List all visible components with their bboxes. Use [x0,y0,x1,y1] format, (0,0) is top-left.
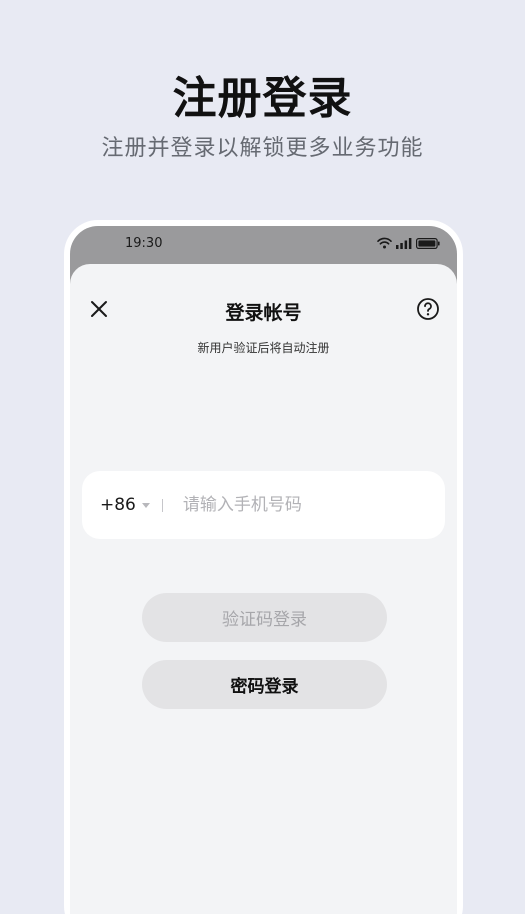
verify-code-login-button[interactable]: 验证码登录 [142,593,387,642]
sheet-subtitle: 新用户验证后将自动注册 [197,341,330,355]
battery-icon [416,237,440,249]
phone-number-field: +86 [82,471,445,539]
page: 注册登录 注册并登录以解锁更多业务功能 19:30 登录帐号 新用户验证后将自动… [0,0,525,914]
status-bar: 19:30 [70,226,457,264]
hero-subtitle: 注册并登录以解锁更多业务功能 [101,136,424,161]
hero-title: 注册登录 [172,73,353,124]
chevron-down-icon[interactable] [141,502,150,508]
sheet-title: 登录帐号 [225,302,302,324]
login-sheet: 登录帐号 新用户验证后将自动注册 +86 验证码登录 密码登录 [70,264,457,914]
phone-mockup: 19:30 登录帐号 新用户验证后将自动注册 +86 请输入手机号码 验证码登录… [64,220,463,914]
wifi-icon [377,237,392,249]
password-login-button[interactable]: 密码登录 [142,660,387,709]
phone-screen: 19:30 登录帐号 新用户验证后将自动注册 +86 请输入手机号码 验证码登录… [70,226,457,914]
country-code-selector[interactable]: +86 [100,495,136,515]
status-time: 19:30 [125,236,163,251]
status-icons [377,237,440,249]
phone-number-input[interactable] [180,494,405,516]
signal-icon [396,237,412,249]
field-divider [161,498,163,512]
help-icon[interactable] [416,297,440,321]
